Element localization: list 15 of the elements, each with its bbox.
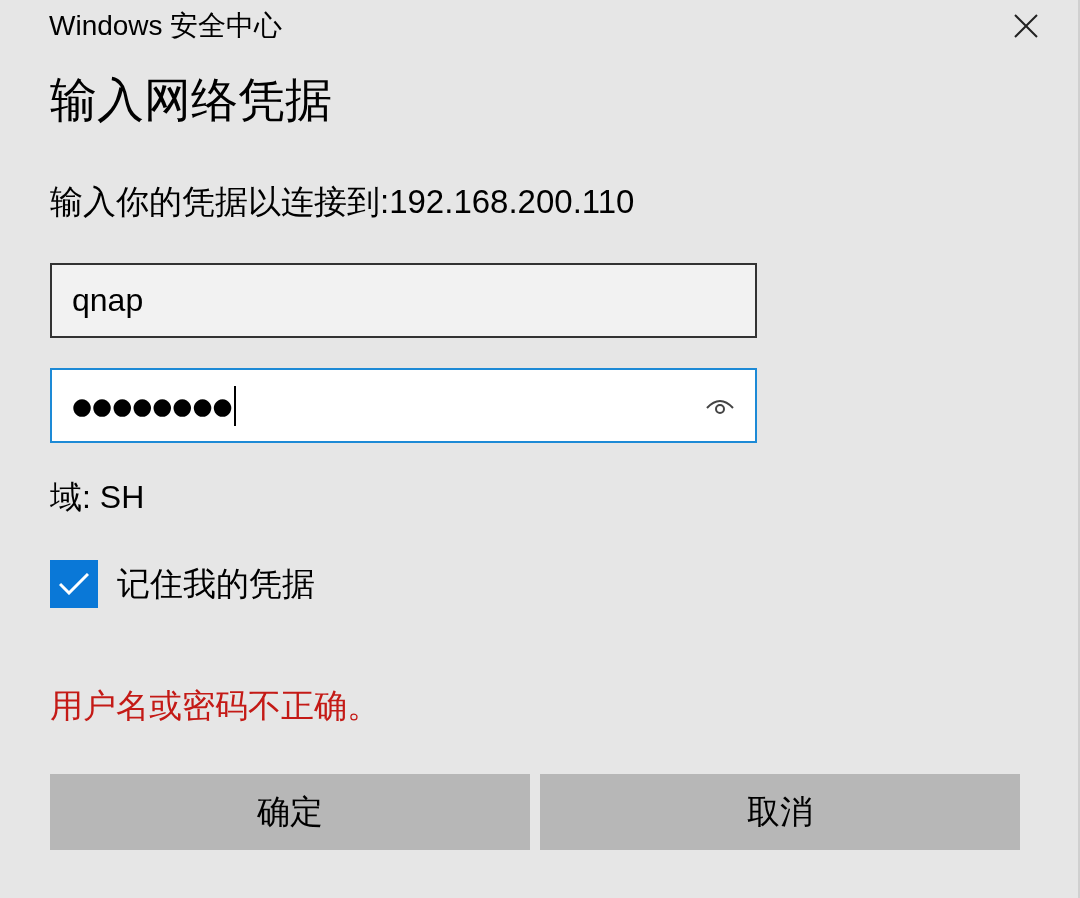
checkbox[interactable] <box>50 560 98 608</box>
close-button[interactable] <box>1014 14 1038 38</box>
checkbox-label[interactable]: 记住我的凭据 <box>117 561 315 607</box>
domain-text: 域: SH <box>50 478 146 517</box>
text-cursor-icon <box>233 385 236 426</box>
window-title: Windows 安全中心 <box>49 9 283 43</box>
close-icon <box>1014 14 1038 38</box>
dialog-button[interactable]: 取消 <box>540 774 1020 850</box>
dialog-button[interactable]: 确定 <box>50 774 530 850</box>
prompt-text: 输入你的凭据以连接到:192.168.200.110 <box>50 182 636 222</box>
error-message: 用户名或密码不正确。 <box>50 686 381 726</box>
text-field[interactable]: qnap <box>50 263 757 338</box>
dialog-heading: 输入网络凭据 <box>50 73 333 127</box>
checkmark-icon <box>59 573 89 595</box>
password-field[interactable]: ●●●●●●●● <box>50 368 757 443</box>
